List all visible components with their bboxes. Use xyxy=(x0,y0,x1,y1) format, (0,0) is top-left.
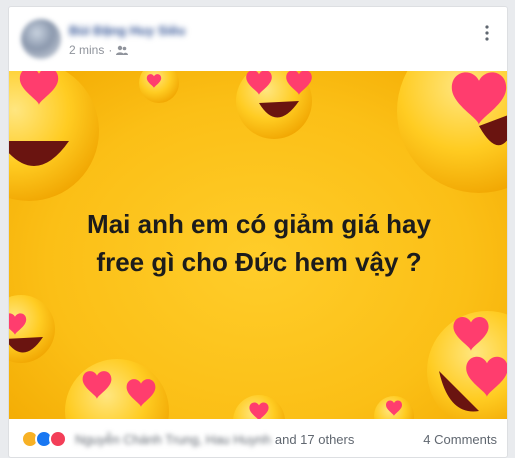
emoji-face xyxy=(9,71,99,201)
reactor-others[interactable]: and 17 others xyxy=(275,432,355,447)
post-header: Bùi Đặng Huy Siêu 2 mins · xyxy=(9,7,507,71)
emoji-face xyxy=(65,359,169,419)
post-text-line-1: Mai anh em có giảm giá hay xyxy=(87,209,431,239)
love-icon xyxy=(49,430,67,448)
post-footer: Nguyễn Chánh Trung, Hau Huynh and 17 oth… xyxy=(9,419,507,457)
comments-count[interactable]: 4 Comments xyxy=(423,432,497,447)
post-time[interactable]: 2 mins xyxy=(69,43,104,57)
emoji-face xyxy=(9,295,55,363)
avatar[interactable] xyxy=(21,19,61,59)
post-card: Bùi Đặng Huy Siêu 2 mins · Mai anh em có… xyxy=(8,6,508,458)
emoji-face xyxy=(233,395,285,419)
emoji-face xyxy=(374,396,414,419)
post-meta: 2 mins · xyxy=(69,43,129,57)
more-options-icon[interactable] xyxy=(477,23,497,43)
post-image-text: Mai anh em có giảm giá hay free gì cho Đ… xyxy=(9,205,507,281)
reactor-names[interactable]: Nguyễn Chánh Trung, Hau Huynh xyxy=(75,432,271,447)
emoji-face xyxy=(236,71,312,139)
post-image[interactable]: Mai anh em có giảm giá hay free gì cho Đ… xyxy=(9,71,507,419)
emoji-face xyxy=(427,311,507,419)
post-text-line-2: free gì cho Đức hem vậy ? xyxy=(96,247,422,277)
author-name[interactable]: Bùi Đặng Huy Siêu xyxy=(69,23,185,38)
emoji-face xyxy=(397,71,507,193)
emoji-face xyxy=(139,71,179,103)
friends-icon[interactable] xyxy=(116,45,129,55)
reactions[interactable] xyxy=(21,430,67,448)
